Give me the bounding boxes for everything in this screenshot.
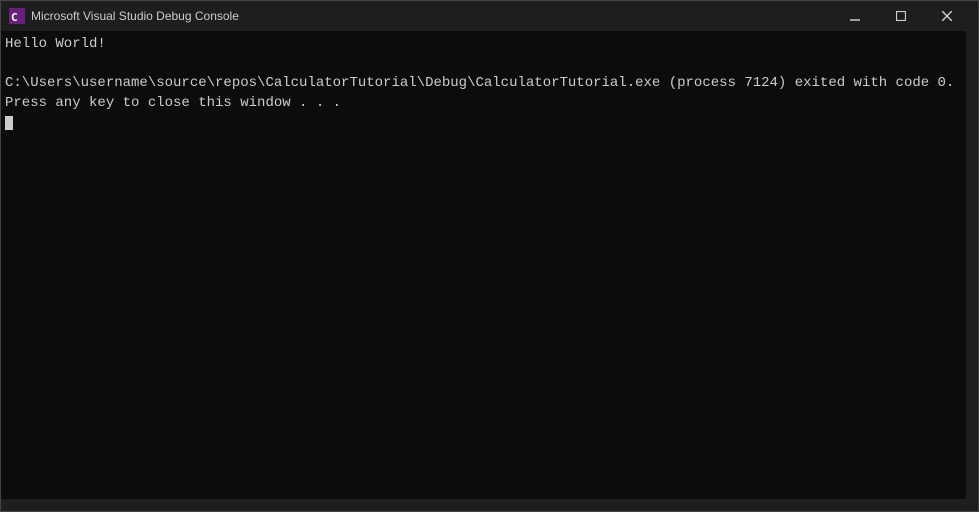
window: C Microsoft Visual Studio Debug Console xyxy=(0,0,979,512)
console-line1: Hello World! xyxy=(5,36,106,52)
console-line4: Press any key to close this window . . . xyxy=(5,95,341,111)
horizontal-scrollbar[interactable] xyxy=(1,499,966,511)
window-title: Microsoft Visual Studio Debug Console xyxy=(31,9,832,23)
vertical-scrollbar[interactable] xyxy=(966,31,978,499)
close-button[interactable] xyxy=(924,1,970,31)
console-cursor xyxy=(5,116,13,130)
minimize-button[interactable] xyxy=(832,1,878,31)
window-controls xyxy=(832,1,970,31)
maximize-button[interactable] xyxy=(878,1,924,31)
titlebar: C Microsoft Visual Studio Debug Console xyxy=(1,1,978,31)
scrollbar-corner xyxy=(966,499,978,511)
app-icon: C xyxy=(9,8,25,24)
console-line3: C:\Users\username\source\repos\Calculato… xyxy=(5,75,954,91)
svg-text:C: C xyxy=(11,11,18,24)
console-area: Hello World! C:\Users\username\source\re… xyxy=(1,31,978,511)
console-output: Hello World! C:\Users\username\source\re… xyxy=(5,35,974,133)
